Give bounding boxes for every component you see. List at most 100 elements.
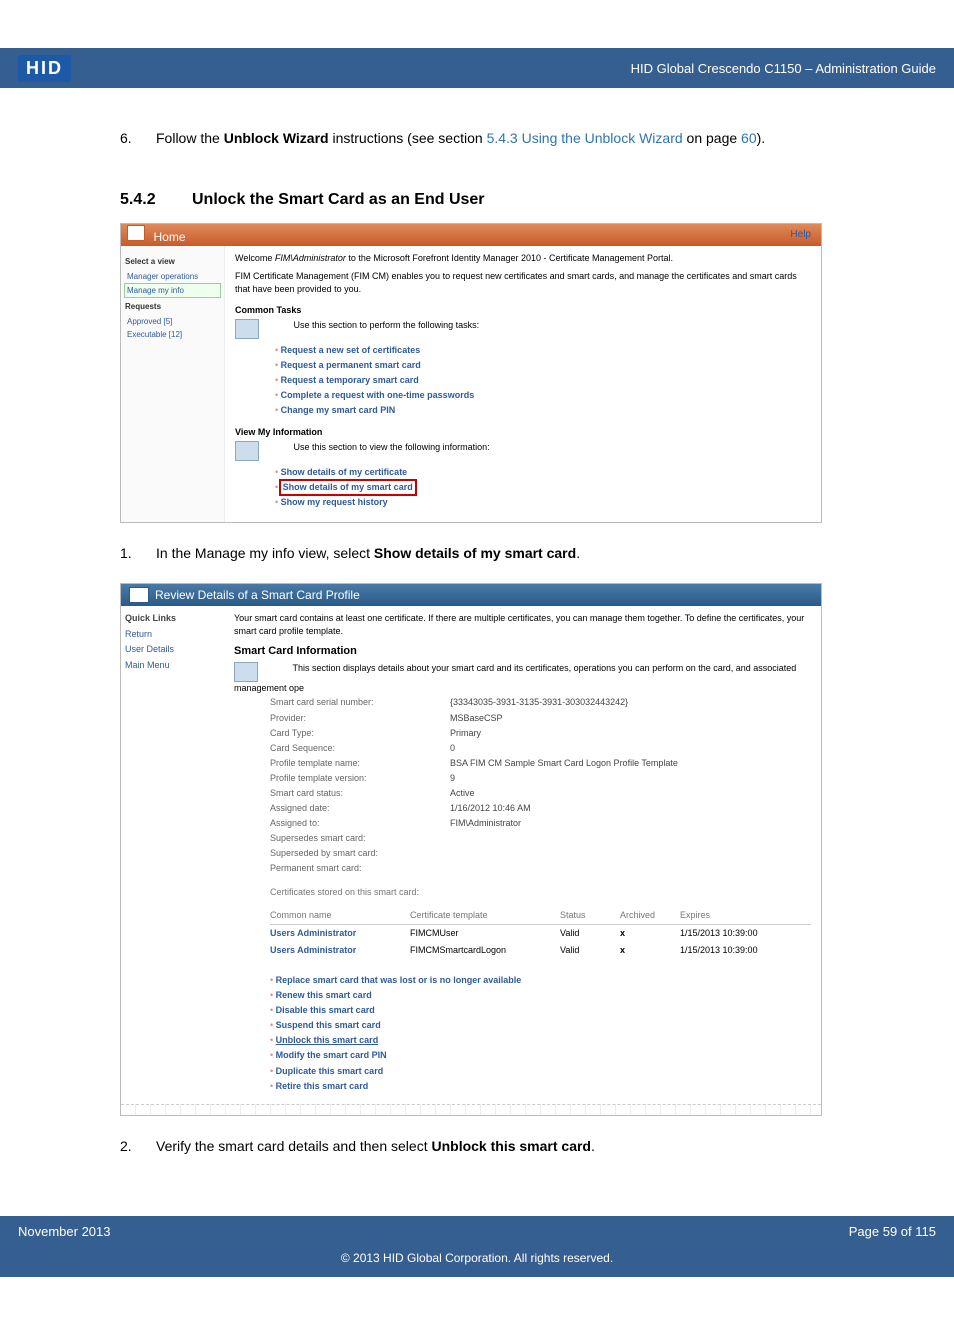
- kv-ptver-k: Profile template version:: [270, 772, 450, 785]
- cert-r0-ar: x: [620, 927, 680, 940]
- kv-assigned-to-v: FIM\Administrator: [450, 817, 811, 830]
- cert-r0-ex: 1/15/2013 10:39:00: [680, 927, 790, 940]
- kv-assigned-date-k: Assigned date:: [270, 802, 450, 815]
- cert-h-tpl: Certificate template: [410, 909, 560, 922]
- cert-r0-cn[interactable]: Users Administrator: [270, 927, 410, 940]
- screenshot-review-details: Review Details of a Smart Card Profile Q…: [120, 583, 822, 1115]
- home-topbar: Home Help: [121, 224, 821, 246]
- smart-card-info-desc: This section displays details about your…: [234, 663, 796, 693]
- cert-h-ex: Expires: [680, 909, 790, 922]
- kv-permanent-v: [450, 862, 811, 875]
- op-duplicate[interactable]: Duplicate this smart card: [270, 1064, 811, 1079]
- step-1-number: 1.: [120, 543, 138, 563]
- ct-change-pin[interactable]: Change my smart card PIN: [275, 403, 811, 418]
- section-number: 5.4.2: [120, 188, 192, 211]
- kv-ptver-v: 9: [450, 772, 811, 785]
- cert-r1-st: Valid: [560, 944, 620, 957]
- op-disable[interactable]: Disable this smart card: [270, 1003, 811, 1018]
- view-my-info-icon: [235, 441, 259, 461]
- step-1: 1. In the Manage my info view, select Sh…: [120, 543, 834, 563]
- review-intro: Your smart card contains at least one ce…: [234, 612, 811, 638]
- link-page-60[interactable]: 60: [741, 130, 757, 146]
- kv-permanent-k: Permanent smart card:: [270, 862, 450, 875]
- welcome-pre: Welcome: [235, 253, 275, 263]
- screenshot-home: Home Help Select a view Manager operatio…: [120, 223, 822, 523]
- step-2: 2. Verify the smart card details and the…: [120, 1136, 834, 1156]
- common-tasks-heading: Common Tasks: [235, 304, 811, 317]
- ql-user-details[interactable]: User Details: [125, 642, 220, 657]
- header-bar: HID HID Global Crescendo C1150 – Adminis…: [0, 48, 954, 88]
- cert-h-cn: Common name: [270, 909, 410, 922]
- ct-complete-otp-request[interactable]: Complete a request with one-time passwor…: [275, 388, 811, 403]
- kv-cardtype-k: Card Type:: [270, 727, 450, 740]
- op-modify-pin[interactable]: Modify the smart card PIN: [270, 1048, 811, 1063]
- home-label: Home: [154, 230, 186, 244]
- vi-show-request-history[interactable]: Show my request history: [275, 495, 811, 510]
- review-title: Review Details of a Smart Card Profile: [155, 587, 360, 604]
- common-tasks-list: Request a new set of certificates Reques…: [275, 343, 811, 418]
- view-my-info-desc: Use this section to view the following i…: [294, 442, 490, 452]
- help-link[interactable]: Help: [790, 228, 811, 243]
- footer-page: Page 59 of 115: [849, 1224, 936, 1239]
- quick-links-heading: Quick Links: [125, 612, 220, 625]
- cert-row: Users Administrator FIMCMSmartcardLogon …: [270, 942, 811, 959]
- kv-ptname-v: BSA FIM CM Sample Smart Card Logon Profi…: [450, 757, 811, 770]
- ct-request-new-certs[interactable]: Request a new set of certificates: [275, 343, 811, 358]
- cert-r1-tpl: FIMCMSmartcardLogon: [410, 944, 560, 957]
- op-suspend[interactable]: Suspend this smart card: [270, 1018, 811, 1033]
- portal-description: FIM Certificate Management (FIM CM) enab…: [235, 270, 811, 296]
- footer-copyright: © 2013 HID Global Corporation. All right…: [0, 1247, 954, 1277]
- link-using-unblock-wizard[interactable]: 5.4.3 Using the Unblock Wizard: [487, 130, 683, 146]
- op-unblock-link[interactable]: Unblock this smart card: [276, 1035, 379, 1045]
- op-unblock[interactable]: Unblock this smart card: [270, 1033, 811, 1048]
- kv-assigned-date-v: 1/16/2012 10:46 AM: [450, 802, 811, 815]
- cert-r1-ex: 1/15/2013 10:39:00: [680, 944, 790, 957]
- kv-ptname-k: Profile template name:: [270, 757, 450, 770]
- logo-text: HID: [18, 55, 71, 82]
- cert-r1-cn[interactable]: Users Administrator: [270, 944, 410, 957]
- nav-approved[interactable]: Approved [5]: [125, 315, 220, 329]
- kv-serial-v: {33343035-3931-3135-3931-303032443242}: [450, 696, 811, 709]
- ct-request-temp-card[interactable]: Request a temporary smart card: [275, 373, 811, 388]
- smart-card-info-heading: Smart Card Information: [234, 644, 811, 660]
- review-left-nav: Quick Links Return User Details Main Men…: [121, 606, 224, 1103]
- kv-serial-k: Smart card serial number:: [270, 696, 450, 709]
- view-my-info-heading: View My Information: [235, 426, 811, 439]
- nav-group-select-view: Select a view: [125, 256, 220, 268]
- kv-cardseq-v: 0: [450, 742, 811, 755]
- footer-date: November 2013: [18, 1224, 111, 1239]
- ql-return[interactable]: Return: [125, 627, 220, 642]
- common-tasks-icon: [235, 319, 259, 339]
- header-title: HID Global Crescendo C1150 – Administrat…: [631, 61, 936, 76]
- vi-show-smart-card-details[interactable]: Show details of my smart card: [275, 480, 811, 495]
- op-retire[interactable]: Retire this smart card: [270, 1079, 811, 1094]
- home-icon: [127, 225, 145, 241]
- step-1-bold: Show details of my smart card: [374, 545, 576, 561]
- op-renew[interactable]: Renew this smart card: [270, 988, 811, 1003]
- ql-main-menu[interactable]: Main Menu: [125, 658, 220, 673]
- kv-superseded-by-v: [450, 847, 811, 860]
- step-1-text-pre: In the Manage my info view, select: [156, 545, 374, 561]
- card-operations-list: Replace smart card that was lost or is n…: [270, 973, 811, 1093]
- kv-supersedes-k: Supersedes smart card:: [270, 832, 450, 845]
- nav-manager-operations[interactable]: Manager operations: [125, 270, 220, 284]
- cert-table: Common name Certificate template Status …: [270, 907, 811, 959]
- logo: HID: [0, 48, 71, 88]
- home-left-nav: Select a view Manager operations Manage …: [121, 246, 225, 522]
- step-6-text-mid2: on page: [683, 130, 741, 146]
- section-5-4-2-heading: 5.4.2Unlock the Smart Card as an End Use…: [120, 188, 834, 211]
- welcome-user: FIM\Administrator: [275, 253, 346, 263]
- step-6-bold: Unblock Wizard: [224, 130, 329, 146]
- vi-show-cert-details[interactable]: Show details of my certificate: [275, 465, 811, 480]
- ct-request-permanent-card[interactable]: Request a permanent smart card: [275, 358, 811, 373]
- torn-edge: [121, 1104, 821, 1115]
- step-6-number: 6.: [120, 128, 138, 148]
- step-2-bold: Unblock this smart card: [431, 1138, 591, 1154]
- step-2-number: 2.: [120, 1136, 138, 1156]
- op-replace[interactable]: Replace smart card that was lost or is n…: [270, 973, 811, 988]
- nav-manage-my-info[interactable]: Manage my info: [125, 284, 220, 298]
- nav-executable[interactable]: Executable [12]: [125, 328, 220, 342]
- page-footer: November 2013 Page 59 of 115 © 2013 HID …: [0, 1216, 954, 1277]
- kv-status-v: Active: [450, 787, 811, 800]
- section-title: Unlock the Smart Card as an End User: [192, 191, 485, 208]
